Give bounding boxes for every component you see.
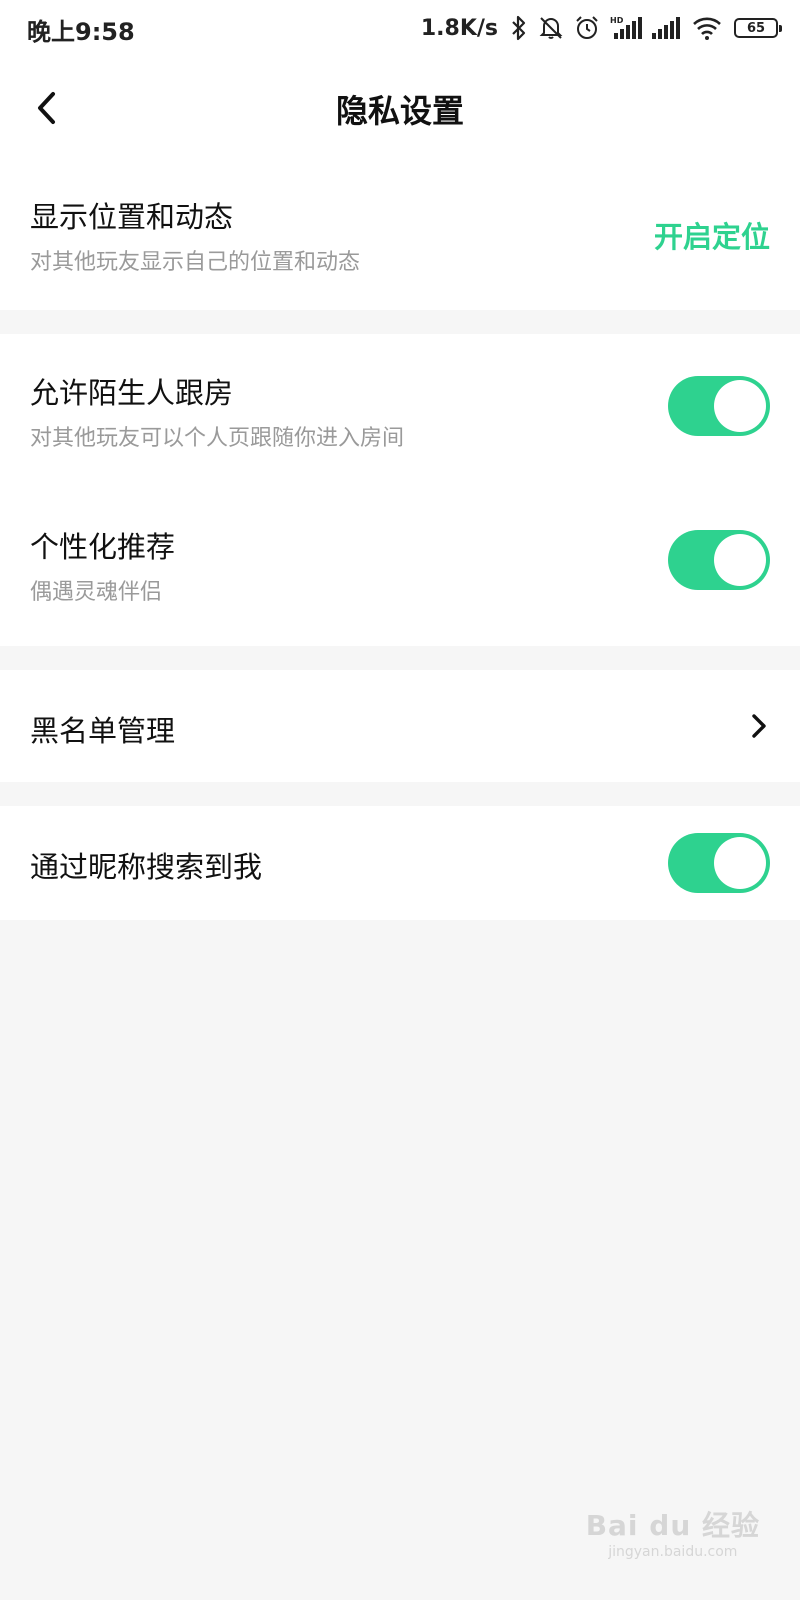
toggle-knob <box>714 380 766 432</box>
location-subtitle: 对其他玩友显示自己的位置和动态 <box>30 250 361 275</box>
toggle-knob <box>714 837 766 889</box>
blacklist-title: 黑名单管理 <box>30 714 176 748</box>
privacy-toggles-section: 允许陌生人跟房 对其他玩友可以个人页跟随你进入房间 个性化推荐 偶遇灵魂伴侣 <box>0 334 800 646</box>
location-title: 显示位置和动态 <box>30 200 234 234</box>
signal-icon <box>652 15 682 41</box>
status-bar: 晚上9:58 1.8K/s HD 65 <box>0 0 800 56</box>
search-section: 通过昵称搜索到我 <box>0 806 800 920</box>
search-nickname-title: 通过昵称搜索到我 <box>30 850 263 884</box>
alarm-icon <box>574 15 600 41</box>
personalized-subtitle: 偶遇灵魂伴侣 <box>30 580 163 605</box>
personalized-row: 个性化推荐 偶遇灵魂伴侣 <box>0 488 800 646</box>
baidu-watermark: Bai du 经验 jingyan.baidu.com <box>586 1504 760 1560</box>
chevron-right-icon <box>752 714 766 738</box>
personalized-title: 个性化推荐 <box>30 530 176 564</box>
enable-location-button[interactable]: 开启定位 <box>654 214 770 256</box>
svg-text:HD: HD <box>610 16 624 25</box>
page-title: 隐私设置 <box>335 92 464 130</box>
follow-room-subtitle: 对其他玩友可以个人页跟随你进入房间 <box>30 426 405 451</box>
navigation-bar: 隐私设置 <box>0 56 800 164</box>
blacklist-section: 黑名单管理 <box>0 670 800 782</box>
follow-room-toggle[interactable] <box>668 376 770 436</box>
mute-icon <box>538 15 564 41</box>
follow-room-row: 允许陌生人跟房 对其他玩友可以个人页跟随你进入房间 <box>0 334 800 488</box>
status-icons: 1.8K/s HD 65 <box>420 12 782 44</box>
location-section: 显示位置和动态 对其他玩友显示自己的位置和动态 开启定位 <box>0 164 800 310</box>
network-speed: 1.8K/s <box>420 15 498 41</box>
status-time: 晚上9:58 <box>27 18 135 46</box>
location-row: 显示位置和动态 对其他玩友显示自己的位置和动态 开启定位 <box>0 164 800 310</box>
bluetooth-icon <box>510 15 528 41</box>
search-nickname-toggle[interactable] <box>668 833 770 893</box>
follow-room-title: 允许陌生人跟房 <box>30 376 234 410</box>
blacklist-row[interactable]: 黑名单管理 <box>0 670 800 782</box>
watermark-url: jingyan.baidu.com <box>608 1544 738 1560</box>
wifi-icon <box>692 15 722 41</box>
battery-icon: 65 <box>734 18 782 38</box>
watermark-logo: Bai du 经验 <box>585 1509 760 1542</box>
search-nickname-row: 通过昵称搜索到我 <box>0 806 800 920</box>
hd-signal-icon: HD <box>610 15 642 41</box>
personalized-toggle[interactable] <box>668 530 770 590</box>
toggle-knob <box>714 534 766 586</box>
